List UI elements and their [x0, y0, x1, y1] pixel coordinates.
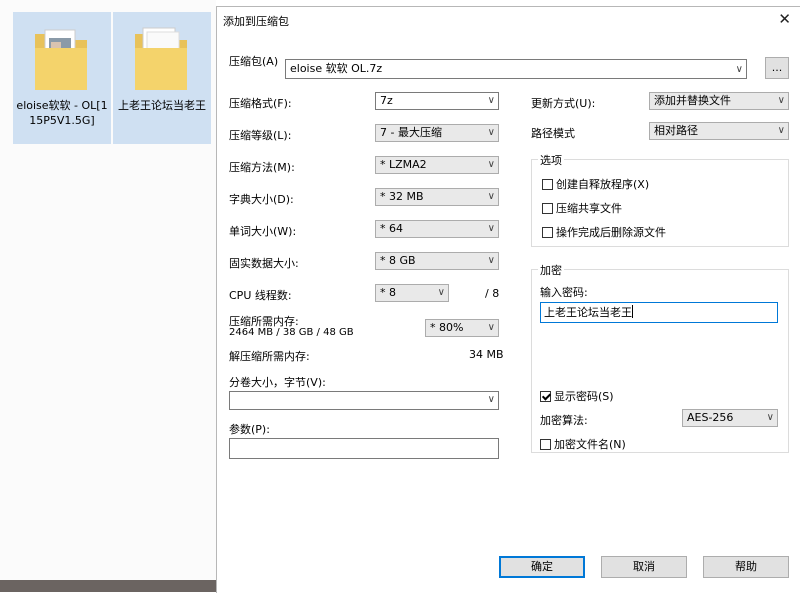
blurred-path-text [285, 47, 405, 55]
text-cursor [632, 305, 633, 318]
chevron-down-icon[interactable]: ∨ [778, 93, 785, 109]
browse-button[interactable]: ... [765, 57, 789, 79]
chevron-down-icon[interactable]: ∨ [736, 61, 743, 78]
level-value: 7 - 最大压缩 [380, 126, 442, 139]
method-select[interactable]: * LZMA2 ∨ [375, 156, 499, 174]
split-label: 分卷大小，字节(V): [229, 376, 326, 389]
show-password-checkbox[interactable]: 显示密码(S) [540, 388, 614, 404]
password-value: 上老王论坛当老王 [544, 306, 632, 319]
desktop-folder-laowang[interactable]: 上老王论坛当老王 [113, 12, 211, 144]
chevron-down-icon[interactable]: ∨ [488, 392, 495, 408]
level-select[interactable]: 7 - 最大压缩 ∨ [375, 124, 499, 142]
method-label: 压缩方法(M): [229, 161, 295, 174]
folder-icon [35, 29, 87, 90]
cancel-button[interactable]: 取消 [601, 556, 687, 578]
encrypt-names-checkbox[interactable]: 加密文件名(N) [540, 436, 626, 452]
mem-percent-value: * 80% [430, 321, 464, 334]
cpu-label: CPU 线程数: [229, 289, 292, 302]
mem-comp-detail: 2464 MB / 38 GB / 48 GB [229, 327, 354, 338]
close-icon[interactable]: ✕ [778, 10, 791, 28]
params-label: 参数(P): [229, 423, 270, 436]
chevron-down-icon[interactable]: ∨ [488, 221, 495, 237]
update-label: 更新方式(U): [531, 97, 596, 110]
solid-value: * 8 GB [380, 254, 416, 267]
word-label: 单词大小(W): [229, 225, 297, 238]
chevron-down-icon[interactable]: ∨ [778, 123, 785, 139]
mem-decomp-value: 34 MB [469, 348, 504, 361]
checkbox-box[interactable] [542, 179, 553, 190]
chevron-down-icon[interactable]: ∨ [488, 125, 495, 141]
dict-value: * 32 MB [380, 190, 424, 203]
dict-select[interactable]: * 32 MB ∨ [375, 188, 499, 206]
taskbar-strip [0, 580, 216, 592]
checkbox-label: 操作完成后删除源文件 [556, 226, 666, 239]
update-mode-value: 添加并替换文件 [654, 94, 731, 107]
checkbox-label: 创建自释放程序(X) [556, 178, 650, 191]
checkbox-box[interactable] [542, 227, 553, 238]
archive-path-value: eloise 软软 OL.7z [290, 62, 383, 75]
checkbox-label: 压缩共享文件 [556, 202, 622, 215]
format-value: 7z [380, 94, 393, 107]
dialog-title: 添加到压缩包 [223, 15, 289, 28]
desktop-folder-eloise[interactable]: eloise软软 - OL[115P5V1.5G] [13, 12, 111, 144]
path-mode-value: 相对路径 [654, 124, 698, 137]
checkbox-box[interactable] [540, 391, 551, 402]
cpu-value: * 8 [380, 286, 396, 299]
password-label: 输入密码: [540, 286, 588, 299]
sfx-checkbox[interactable]: 创建自释放程序(X) [542, 176, 649, 192]
chevron-down-icon[interactable]: ∨ [488, 93, 495, 109]
path-mode-select[interactable]: 相对路径 ∨ [649, 122, 789, 140]
format-select[interactable]: 7z ∨ [375, 92, 499, 110]
update-mode-select[interactable]: 添加并替换文件 ∨ [649, 92, 789, 110]
algo-label: 加密算法: [540, 414, 588, 427]
mem-percent-select[interactable]: * 80% ∨ [425, 319, 499, 337]
cpu-select[interactable]: * 8 ∨ [375, 284, 449, 302]
ok-button[interactable]: 确定 [499, 556, 585, 578]
shared-files-checkbox[interactable]: 压缩共享文件 [542, 200, 622, 216]
add-to-archive-dialog: 添加到压缩包 ✕ 压缩包(A) eloise 软软 OL.7z ∨ ... 压缩… [216, 6, 800, 593]
mem-decomp-label: 解压缩所需内存: [229, 350, 310, 363]
titlebar: 添加到压缩包 ✕ [217, 7, 800, 33]
checkbox-box[interactable] [540, 439, 551, 450]
chevron-down-icon[interactable]: ∨ [438, 285, 445, 301]
level-label: 压缩等级(L): [229, 129, 292, 142]
folder-icon [135, 27, 187, 90]
password-input[interactable]: 上老王论坛当老王 [540, 302, 778, 323]
cpu-max: / 8 [485, 287, 500, 300]
help-button[interactable]: 帮助 [703, 556, 789, 578]
word-value: * 64 [380, 222, 403, 235]
chevron-down-icon[interactable]: ∨ [488, 320, 495, 336]
checkbox-label: 显示密码(S) [554, 390, 614, 403]
desktop: eloise软软 - OL[115P5V1.5G] 上老王论坛当老王 [0, 0, 216, 592]
method-value: * LZMA2 [380, 158, 427, 171]
split-size-combo[interactable]: ∨ [229, 391, 499, 410]
params-input[interactable] [229, 438, 499, 459]
chevron-down-icon[interactable]: ∨ [488, 253, 495, 269]
encryption-algo-value: AES-256 [687, 411, 734, 424]
path-mode-label: 路径模式 [531, 127, 575, 140]
encryption-algo-select[interactable]: AES-256 ∨ [682, 409, 778, 427]
archive-path-combo[interactable]: eloise 软软 OL.7z ∨ [285, 59, 747, 79]
word-select[interactable]: * 64 ∨ [375, 220, 499, 238]
chevron-down-icon[interactable]: ∨ [488, 157, 495, 173]
chevron-down-icon[interactable]: ∨ [767, 410, 774, 426]
solid-label: 固实数据大小: [229, 257, 299, 270]
solid-select[interactable]: * 8 GB ∨ [375, 252, 499, 270]
encryption-group: 加密 输入密码: 上老王论坛当老王 显示密码(S) 加密算法: AES-256 … [531, 262, 789, 453]
desktop-folder-label: 上老王论坛当老王 [118, 99, 206, 112]
checkbox-label: 加密文件名(N) [554, 438, 626, 451]
chevron-down-icon[interactable]: ∨ [488, 189, 495, 205]
checkbox-box[interactable] [542, 203, 553, 214]
options-title: 选项 [538, 152, 564, 168]
archive-label: 压缩包(A) [229, 55, 279, 68]
delete-source-checkbox[interactable]: 操作完成后删除源文件 [542, 224, 666, 240]
options-group: 选项 创建自释放程序(X) 压缩共享文件 操作完成后删除源文件 [531, 152, 789, 247]
dict-label: 字典大小(D): [229, 193, 294, 206]
desktop-folder-label: eloise软软 - OL[115P5V1.5G] [16, 99, 108, 127]
encryption-title: 加密 [538, 262, 564, 278]
format-label: 压缩格式(F): [229, 97, 292, 110]
